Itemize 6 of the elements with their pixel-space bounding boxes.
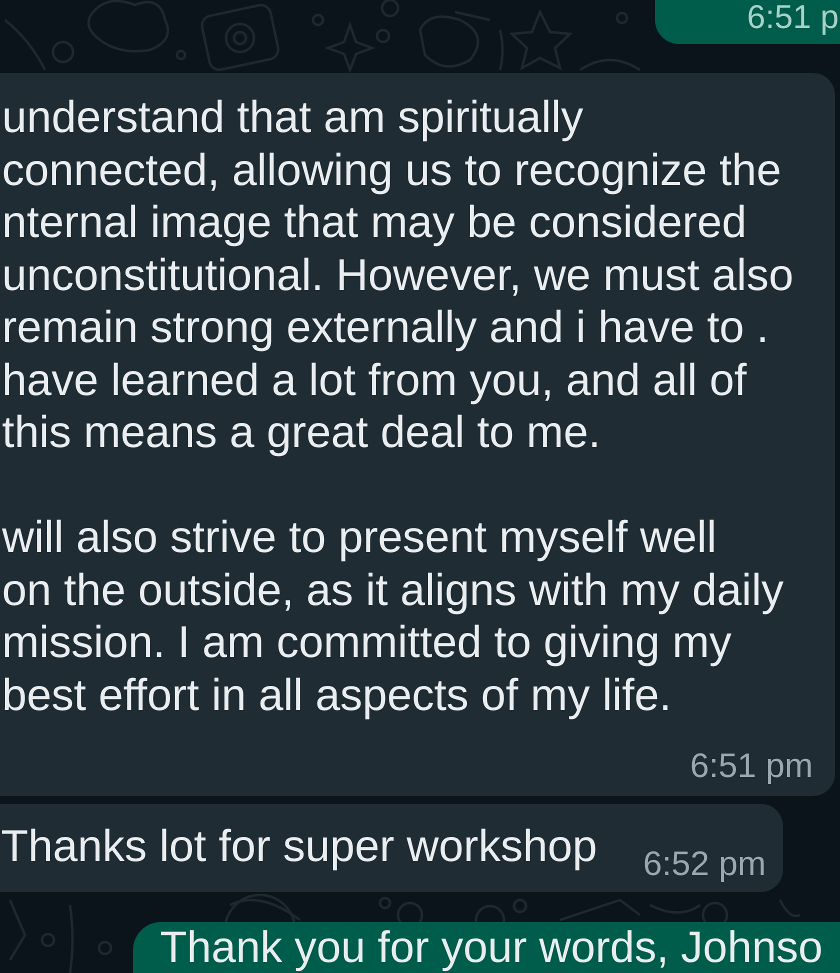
message-time: 6:52 pm [643,847,766,882]
message-text: Thank you for your words, Johnso [160,926,823,970]
message-text: Thanks lot for super workshop [1,821,598,873]
message-text: understand that am spiritually connected, allowing us to recognize the nternal image that may be considered unconstitutional. However, we must also remain strong externally and i have to . have learned a lot from you, and all of this means a great deal to me. will also strive to present myself well on the outside, as it aligns with my daily mission. I am committed to giving my best effort in all aspects of my life. [2,92,794,722]
message-time: 6:51 pm [690,749,813,784]
message-time: 6:51 p [747,0,839,34]
